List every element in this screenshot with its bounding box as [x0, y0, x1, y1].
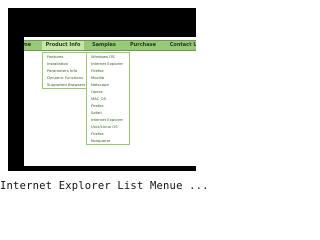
submenu-item-mozilla[interactable]: Mozilla [87, 74, 129, 81]
product-info-submenu: Features Installation Parameters Info Dy… [42, 52, 87, 89]
submenu-item-firefox[interactable]: Firefox [87, 67, 129, 74]
menu-item-contact-us[interactable]: Contact Us [163, 41, 196, 50]
menu-bar: Home Product Info Samples Purchase Conta… [24, 40, 196, 51]
submenu-item-internet-explorer[interactable]: Internet Explorer [87, 60, 129, 67]
submenu-item-netscape[interactable]: Netscape [87, 81, 129, 88]
submenu-item-unix-linux-os[interactable]: Unix/Linux OS [87, 123, 129, 130]
submenu-item-features[interactable]: Features [43, 53, 86, 60]
page-caption: Internet Explorer List Menue ... [0, 180, 209, 192]
samples-submenu: Windows OS Internet Explorer Firefox Moz… [86, 52, 130, 145]
submenu-item-mac-os[interactable]: MAC OS [87, 95, 129, 102]
menu-demo-screen: Home Product Info Samples Purchase Conta… [24, 37, 196, 166]
submenu-item-konqueror[interactable]: Konqueror [87, 137, 129, 144]
submenu-item-safari[interactable]: Safari [87, 109, 129, 116]
submenu-item-windows-os[interactable]: Windows OS [87, 53, 129, 60]
menu-item-home[interactable]: Home [24, 41, 40, 50]
menu-item-purchase[interactable]: Purchase [125, 41, 161, 50]
menu-item-samples[interactable]: Samples [86, 41, 122, 50]
submenu-item-firefox-linux[interactable]: Firefox [87, 130, 129, 137]
menu-item-product-info[interactable]: Product Info [42, 41, 84, 50]
submenu-item-firefox-mac[interactable]: Firefox [87, 102, 129, 109]
submenu-item-supported-browsers[interactable]: Supported Browsers [43, 81, 86, 88]
submenu-item-installation[interactable]: Installation [43, 60, 86, 67]
submenu-item-internet-explorer-mac[interactable]: Internet Explorer [87, 116, 129, 123]
submenu-item-parameters-info[interactable]: Parameters Info [43, 67, 86, 74]
submenu-item-opera[interactable]: Opera [87, 88, 129, 95]
submenu-item-dynamic-functions[interactable]: Dynamic Functions [43, 74, 86, 81]
